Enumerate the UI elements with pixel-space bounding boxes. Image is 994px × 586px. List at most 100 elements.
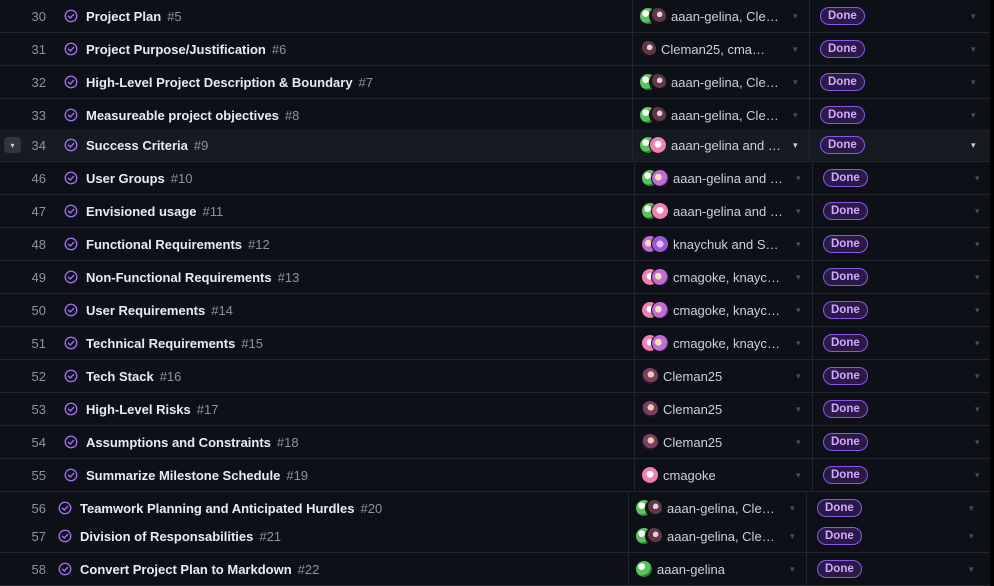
issue-title-cell[interactable]: Success Criteria #9 [64,129,208,161]
assignees-cell[interactable]: knaychuk and Sum… [634,228,813,260]
status-cell[interactable]: Done [806,520,991,552]
issue-title[interactable]: Assumptions and Constraints [86,435,271,450]
issue-title-cell[interactable]: User Groups #10 [64,162,192,194]
status-cell[interactable]: Done [812,360,991,392]
table-row[interactable]: 49 Non-Functional Requirements #13 cmagoke,… [0,261,990,294]
caret-down-icon[interactable]: ▾ [971,0,976,32]
caret-down-icon[interactable]: ▾ [790,520,795,552]
caret-down-icon[interactable]: ▾ [796,162,801,194]
issue-title-cell[interactable]: Non-Functional Requirements #13 [64,261,299,293]
caret-down-icon[interactable]: ▾ [796,228,801,260]
status-cell[interactable]: Done [812,294,991,326]
assignees-cell[interactable]: Cleman25, cmago… [632,33,810,65]
caret-down-icon[interactable]: ▾ [971,66,976,98]
issue-title[interactable]: User Groups [86,171,165,186]
table-row[interactable]: 51 Technical Requirements #15 cmagoke, knay… [0,327,990,360]
caret-down-icon[interactable]: ▾ [969,520,974,552]
table-row[interactable]: 55 Summarize Milestone Schedule #19 cmagoke… [0,459,990,492]
status-cell[interactable]: Done [812,261,991,293]
caret-down-icon[interactable]: ▾ [969,553,974,585]
caret-down-icon[interactable]: ▾ [796,195,801,227]
issue-title[interactable]: Measureable project objectives [86,108,279,123]
caret-down-icon[interactable]: ▾ [975,228,980,260]
caret-down-icon[interactable]: ▾ [796,294,801,326]
caret-down-icon[interactable]: ▾ [796,426,801,458]
assignees-cell[interactable]: aaan-gelina, Clem… [628,520,807,552]
caret-down-icon[interactable]: ▾ [971,99,976,131]
issue-title[interactable]: Non-Functional Requirements [86,270,272,285]
caret-down-icon[interactable]: ▾ [975,162,980,194]
caret-down-icon[interactable]: ▾ [975,459,980,491]
status-cell[interactable]: Done [812,426,991,458]
caret-down-icon[interactable]: ▾ [793,129,798,161]
issue-title-cell[interactable]: High-Level Risks #17 [64,393,218,425]
issue-title[interactable]: Functional Requirements [86,237,242,252]
issue-title-cell[interactable]: Summarize Milestone Schedule #19 [64,459,308,491]
caret-down-icon[interactable]: ▾ [975,360,980,392]
issue-title-cell[interactable]: User Requirements #14 [64,294,233,326]
caret-down-icon[interactable]: ▾ [971,33,976,65]
table-row[interactable]: 31 Project Purpose/Justification #6 Cleman2… [0,33,990,66]
status-cell[interactable]: Done [812,459,991,491]
caret-down-icon[interactable]: ▾ [796,360,801,392]
table-row[interactable]: 53 High-Level Risks #17 Cleman25 ▾ Done ▾ [0,393,990,426]
caret-down-icon[interactable]: ▾ [975,393,980,425]
assignees-cell[interactable]: cmagoke, knaych… [634,261,813,293]
status-cell[interactable]: Done [812,228,991,260]
status-cell[interactable]: Done [809,99,991,131]
assignees-cell[interactable]: cmagoke, knaych… [634,294,813,326]
issue-title-cell[interactable]: Functional Requirements #12 [64,228,270,260]
status-cell[interactable]: Done [812,162,991,194]
assignees-cell[interactable]: aaan-gelina and k… [634,162,813,194]
caret-down-icon[interactable]: ▾ [793,33,798,65]
issue-title[interactable]: Division of Responsabilities [80,529,253,544]
table-row[interactable]: 32 High-Level Project Description & Bound… [0,66,990,99]
issue-title[interactable]: Envisioned usage [86,204,197,219]
issue-title-cell[interactable]: High-Level Project Description & Boundar… [64,66,373,98]
assignees-cell[interactable]: aaan-gelina, Clem… [632,66,810,98]
caret-down-icon[interactable]: ▾ [793,66,798,98]
caret-down-icon[interactable]: ▾ [796,261,801,293]
issue-title-cell[interactable]: Project Plan #5 [64,0,182,32]
issue-title-cell[interactable]: Tech Stack #16 [64,360,181,392]
table-row[interactable]: 58 Convert Project Plan to Markdown #22 aaa… [0,553,990,586]
assignees-cell[interactable]: aaan-gelina, Clem… [632,0,810,32]
issue-title[interactable]: Teamwork Planning and Anticipated Hurdle… [80,501,355,516]
issue-title[interactable]: Tech Stack [86,369,154,384]
caret-down-icon[interactable]: ▾ [793,99,798,131]
status-cell[interactable]: Done [812,327,991,359]
table-row[interactable]: 48 Functional Requirements #12 knaychuk and… [0,228,990,261]
issue-title-cell[interactable]: Project Purpose/Justification #6 [64,33,286,65]
status-cell[interactable]: Done [809,0,991,32]
assignees-cell[interactable]: aaan-gelina, Clem… [632,99,810,131]
caret-down-icon[interactable]: ▾ [790,553,795,585]
assignees-cell[interactable]: Cleman25 [634,360,813,392]
caret-down-icon[interactable]: ▾ [796,327,801,359]
table-row[interactable]: 47 Envisioned usage #11 aaan-gelina and c… ▾… [0,195,990,228]
table-row[interactable]: 33 Measureable project objectives #8 aaan-g… [0,99,990,132]
table-row[interactable]: 52 Tech Stack #16 Cleman25 ▾ Done ▾ [0,360,990,393]
caret-down-icon[interactable]: ▾ [975,261,980,293]
status-cell[interactable]: Done [809,66,991,98]
status-cell[interactable]: Done [809,33,991,65]
issue-title[interactable]: High-Level Risks [86,402,191,417]
table-row[interactable]: 54 Assumptions and Constraints #18 Cleman25… [0,426,990,459]
status-cell[interactable]: Done [812,195,991,227]
table-row[interactable]: 50 User Requirements #14 cmagoke, knaych… ▾ D… [0,294,990,327]
issue-title[interactable]: Success Criteria [86,138,188,153]
caret-down-icon[interactable]: ▾ [971,129,976,161]
caret-down-icon[interactable]: ▾ [975,294,980,326]
caret-down-icon[interactable]: ▾ [796,393,801,425]
table-row[interactable]: 57 Division of Responsabilities #21 aaan-ge… [0,520,990,553]
assignees-cell[interactable]: Cleman25 [634,393,813,425]
status-cell[interactable]: Done [812,393,991,425]
issue-title-cell[interactable]: Division of Responsabilities #21 [58,520,281,552]
issue-title-cell[interactable]: Technical Requirements #15 [64,327,263,359]
issue-title[interactable]: Summarize Milestone Schedule [86,468,280,483]
table-row[interactable]: 46 User Groups #10 aaan-gelina and k… ▾ Done ▾ [0,162,990,195]
table-row[interactable]: 30 Project Plan #5 aaan-gelina, Clem… ▾ Done ▾ [0,0,990,33]
issue-title[interactable]: Technical Requirements [86,336,235,351]
assignees-cell[interactable]: aaan-gelina [628,553,807,585]
caret-down-icon[interactable]: ▾ [975,426,980,458]
assignees-cell[interactable]: Cleman25 [634,426,813,458]
